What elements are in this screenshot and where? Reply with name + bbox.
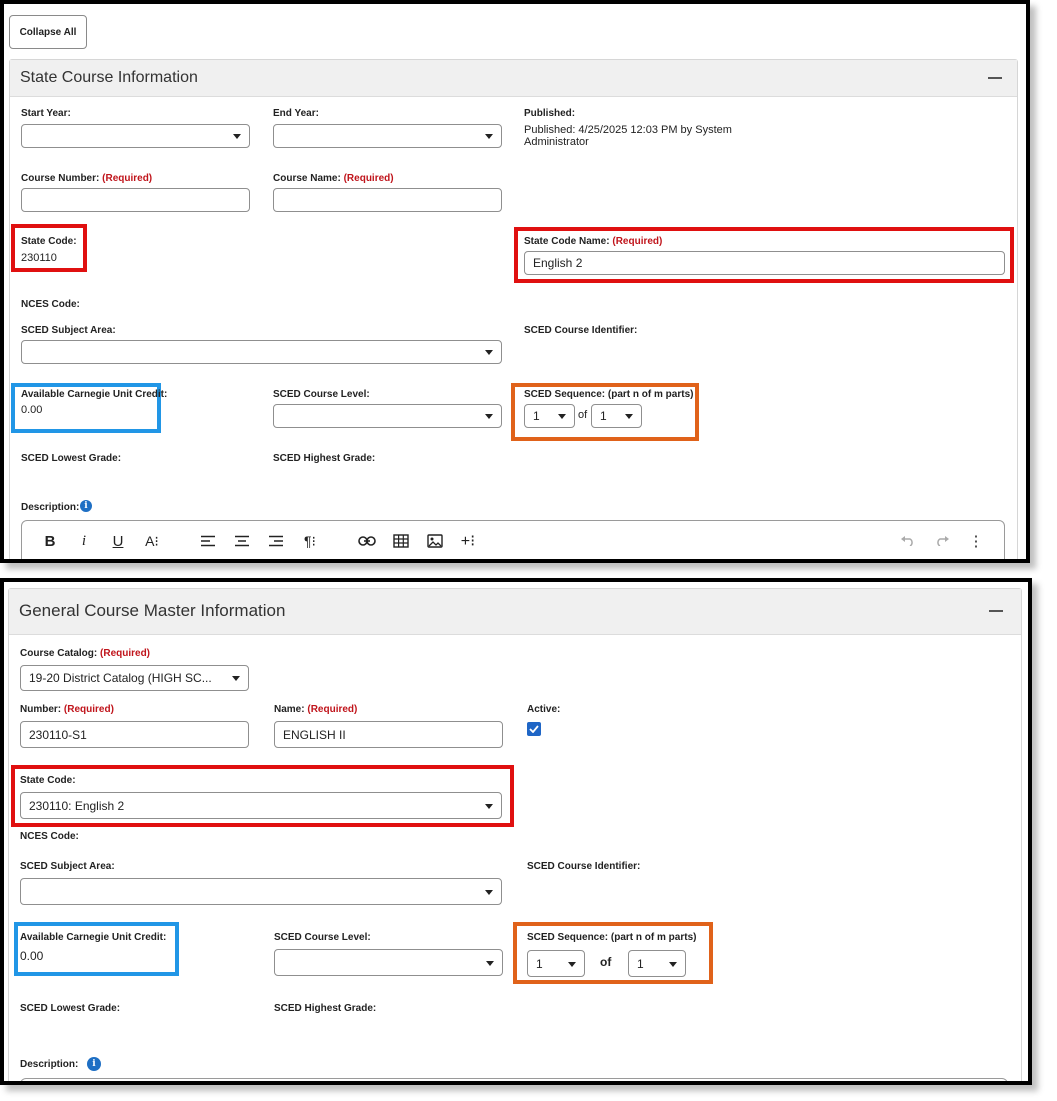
required-marker: (Required) (307, 704, 358, 715)
undo-icon[interactable] (898, 531, 918, 551)
state-code-name-label-text: State Code Name: (524, 236, 610, 247)
course-catalog-label-text: Course Catalog: (20, 648, 98, 659)
panel-header: State Course Information (10, 60, 1017, 97)
panel-title: General Course Master Information (19, 601, 286, 620)
align-left-icon[interactable] (198, 531, 218, 551)
course-number-input[interactable] (21, 188, 250, 212)
number-label-text: Number: (20, 704, 62, 715)
sced-sequence-m-select[interactable]: 1 (591, 404, 642, 428)
description-editor[interactable] (20, 1078, 1008, 1081)
state-code-name-label: State Code Name: (Required) (524, 236, 662, 247)
nces-code-label: NCES Code: (21, 299, 80, 310)
underline-button[interactable]: U (108, 531, 128, 551)
published-value: Published: 4/25/2025 12:03 PM by System … (524, 124, 732, 148)
more-options-button[interactable]: ⋮ (966, 531, 986, 551)
general-course-master-screenshot: General Course Master Information Course… (0, 578, 1032, 1085)
course-master-panel: General Course Master Information (8, 588, 1022, 1081)
state-code-select[interactable]: 230110: English 2 (20, 792, 502, 819)
end-year-select[interactable] (273, 124, 502, 148)
state-code-label: State Code: (20, 775, 76, 786)
name-label: Name: (Required) (274, 704, 357, 715)
state-code-value: 230110 (21, 252, 57, 264)
sced-course-level-label: SCED Course Level: (274, 932, 371, 943)
number-label: Number: (Required) (20, 704, 114, 715)
nces-code-label: NCES Code: (20, 831, 79, 842)
sced-highest-grade-label: SCED Highest Grade: (273, 453, 376, 464)
collapse-all-button[interactable]: Collapse All (9, 15, 87, 49)
italic-button[interactable]: i (74, 531, 94, 551)
bold-button[interactable]: B (40, 531, 60, 551)
align-right-icon[interactable] (266, 531, 286, 551)
sced-subject-area-label: SCED Subject Area: (21, 325, 116, 336)
sced-sequence-of: of (578, 409, 588, 421)
sced-highest-grade-label: SCED Highest Grade: (274, 1003, 377, 1014)
sced-sequence-m-select[interactable]: 1 (628, 950, 686, 977)
sced-lowest-grade-label: SCED Lowest Grade: (21, 453, 122, 464)
course-number-label-text: Course Number: (21, 173, 100, 184)
required-marker: (Required) (102, 173, 153, 184)
start-year-label: Start Year: (21, 108, 71, 119)
end-year-label: End Year: (273, 108, 319, 119)
required-marker: (Required) (612, 236, 663, 247)
course-name-input[interactable] (273, 188, 502, 212)
sced-course-identifier-label: SCED Course Identifier: (524, 325, 638, 336)
sced-course-level-label: SCED Course Level: (273, 389, 370, 400)
carnegie-credit-label: Available Carnegie Unit Credit: (21, 389, 168, 400)
carnegie-credit-label: Available Carnegie Unit Credit: (20, 932, 167, 943)
state-code-highlight (11, 224, 87, 272)
state-course-screenshot: Collapse All State Course Information St… (0, 0, 1030, 563)
required-marker: (Required) (63, 704, 114, 715)
rich-text-toolbar: B i U A⁝ ¶⁝ +⁝ ⋮ (21, 520, 1005, 559)
sced-course-level-select[interactable] (273, 404, 502, 428)
table-icon[interactable] (390, 531, 412, 551)
info-icon[interactable]: i (80, 500, 92, 512)
sced-subject-area-select[interactable] (21, 340, 502, 364)
number-input[interactable]: 230110-S1 (20, 721, 249, 748)
sced-course-level-select[interactable] (274, 949, 503, 976)
course-name-label: Course Name: (Required) (273, 173, 394, 184)
active-checkbox[interactable] (527, 722, 541, 736)
sced-subject-area-select[interactable] (20, 878, 502, 905)
sced-course-identifier-label: SCED Course Identifier: (527, 861, 641, 872)
sced-sequence-of: of (600, 955, 612, 969)
sced-sequence-label: SCED Sequence: (part n of m parts) (527, 932, 697, 943)
description-label: Description: (20, 1059, 79, 1070)
course-name-label-text: Course Name: (273, 173, 341, 184)
course-catalog-label: Course Catalog: (Required) (20, 648, 150, 659)
font-size-button[interactable]: A⁝ (140, 531, 164, 551)
required-marker: (Required) (100, 648, 151, 659)
required-marker: (Required) (343, 173, 394, 184)
paragraph-format-button[interactable]: ¶⁝ (298, 531, 322, 551)
name-input[interactable]: ENGLISH II (274, 721, 503, 748)
sced-lowest-grade-label: SCED Lowest Grade: (20, 1003, 121, 1014)
minimize-icon[interactable] (989, 610, 1003, 612)
state-code-label: State Code: (21, 236, 77, 247)
panel-title: State Course Information (20, 69, 198, 86)
insert-more-button[interactable]: +⁝ (456, 531, 480, 551)
sced-sequence-n-select[interactable]: 1 (524, 404, 575, 428)
sced-sequence-n-select[interactable]: 1 (527, 950, 585, 977)
description-label: Description: (21, 502, 80, 513)
carnegie-credit-value: 0.00 (21, 404, 43, 416)
sced-subject-area-label: SCED Subject Area: (20, 861, 115, 872)
carnegie-credit-value: 0.00 (20, 949, 44, 963)
start-year-select[interactable] (21, 124, 250, 148)
panel-header: General Course Master Information (9, 589, 1021, 635)
name-label-text: Name: (274, 704, 305, 715)
align-center-icon[interactable] (232, 531, 252, 551)
active-label: Active: (527, 704, 561, 715)
redo-icon[interactable] (932, 531, 952, 551)
course-number-label: Course Number: (Required) (21, 173, 152, 184)
image-icon[interactable] (424, 531, 446, 551)
minimize-icon[interactable] (988, 77, 1002, 79)
link-icon[interactable] (356, 531, 378, 551)
state-code-name-input[interactable]: English 2 (524, 251, 1005, 275)
info-icon[interactable]: i (87, 1057, 101, 1071)
course-catalog-select[interactable]: 19-20 District Catalog (HIGH SC... (20, 665, 249, 691)
sced-sequence-label: SCED Sequence: (part n of m parts) (524, 389, 694, 400)
published-label: Published: (524, 108, 576, 119)
